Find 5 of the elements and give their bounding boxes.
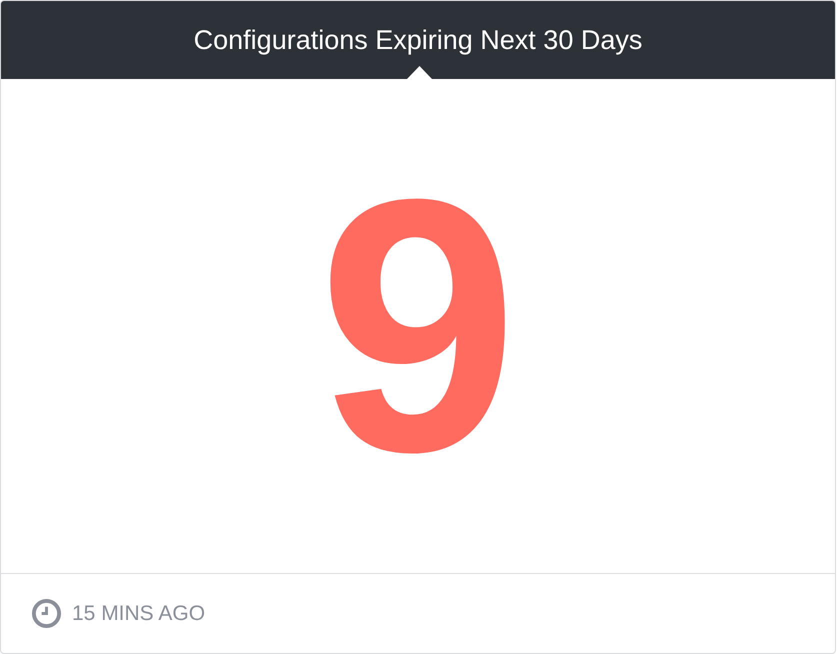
pointer-icon: [407, 66, 432, 79]
updated-time: 15 MINS AGO: [72, 600, 206, 627]
clock-icon: [31, 598, 62, 629]
widget-title: Configurations Expiring Next 30 Days: [194, 24, 642, 57]
metric-value: 9: [318, 146, 518, 506]
